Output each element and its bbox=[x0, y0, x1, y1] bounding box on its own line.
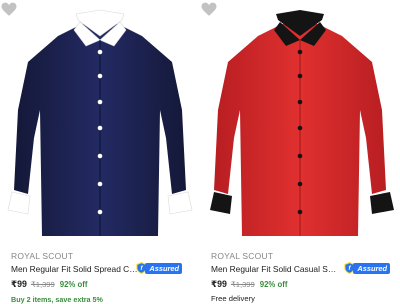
product-title[interactable]: Men Regular Fit Solid Casual Shirt bbox=[211, 264, 339, 274]
discount-percent: 92% off bbox=[259, 280, 288, 289]
product-image[interactable] bbox=[200, 0, 400, 240]
heart-icon[interactable] bbox=[0, 0, 18, 18]
price-row: ₹99 ₹1,399 92% off bbox=[11, 279, 87, 290]
selling-price: ₹99 bbox=[11, 279, 27, 289]
assured-badge: f Assured bbox=[136, 262, 182, 274]
shirt-image bbox=[7, 9, 193, 236]
product-title[interactable]: Men Regular Fit Solid Spread Coll... bbox=[11, 264, 142, 274]
original-price: ₹1,399 bbox=[230, 280, 255, 289]
product-brand: ROYAL SCOUT bbox=[11, 251, 74, 261]
selling-price: ₹99 bbox=[211, 279, 227, 289]
offer-text: Buy 2 items, save extra 5% bbox=[11, 295, 103, 304]
assured-label: Assured bbox=[353, 262, 390, 274]
original-price: ₹1,399 bbox=[30, 280, 55, 289]
product-image[interactable] bbox=[0, 0, 200, 240]
assured-label: Assured bbox=[145, 262, 182, 274]
product-grid: ROYAL SCOUT Men Regular Fit Solid Spread… bbox=[0, 0, 400, 304]
product-card[interactable]: ROYAL SCOUT Men Regular Fit Solid Spread… bbox=[0, 0, 200, 304]
product-brand: ROYAL SCOUT bbox=[211, 251, 274, 261]
heart-icon[interactable] bbox=[200, 0, 218, 18]
product-card[interactable]: ROYAL SCOUT Men Regular Fit Solid Casual… bbox=[200, 0, 400, 304]
discount-percent: 92% off bbox=[59, 280, 88, 289]
delivery-text: Free delivery bbox=[211, 294, 255, 303]
assured-badge: f Assured bbox=[344, 262, 390, 274]
price-row: ₹99 ₹1,399 92% off bbox=[211, 279, 287, 290]
shirt-image bbox=[210, 10, 394, 236]
